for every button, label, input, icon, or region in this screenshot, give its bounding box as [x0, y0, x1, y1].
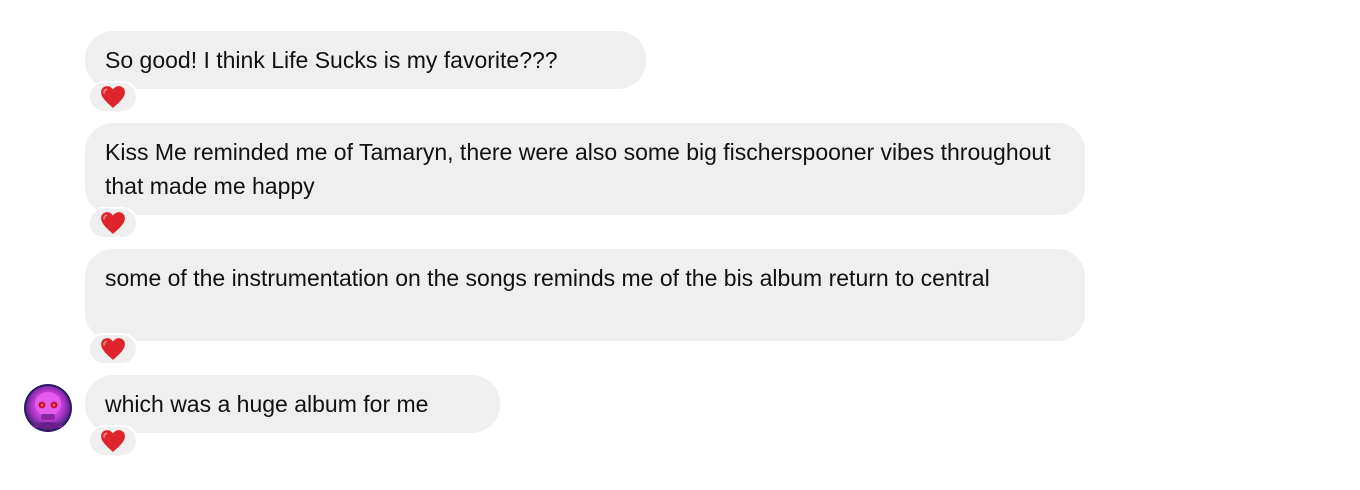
- message-thread: So good! I think Life Sucks is my favori…: [0, 0, 1360, 490]
- message-4: which was a huge album for me: [85, 375, 500, 457]
- avatar-image: [24, 384, 72, 432]
- message-bubble[interactable]: which was a huge album for me: [85, 375, 500, 433]
- reaction-badge[interactable]: [88, 425, 138, 457]
- reaction-badge[interactable]: [88, 333, 138, 365]
- message-bubble[interactable]: some of the instrumentation on the songs…: [85, 249, 1085, 341]
- reaction-badge[interactable]: [88, 207, 138, 239]
- message-1: So good! I think Life Sucks is my favori…: [85, 31, 646, 113]
- message-3: some of the instrumentation on the songs…: [85, 249, 1085, 365]
- heart-icon: [100, 85, 126, 109]
- message-bubble[interactable]: Kiss Me reminded me of Tamaryn, there we…: [85, 123, 1085, 215]
- message-bubble[interactable]: So good! I think Life Sucks is my favori…: [85, 31, 646, 89]
- message-2: Kiss Me reminded me of Tamaryn, there we…: [85, 123, 1085, 239]
- reaction-badge[interactable]: [88, 81, 138, 113]
- message-text: some of the instrumentation on the songs…: [105, 265, 990, 291]
- message-text: So good! I think Life Sucks is my favori…: [105, 47, 558, 73]
- heart-icon: [100, 337, 126, 361]
- message-text: which was a huge album for me: [105, 391, 429, 417]
- heart-icon: [100, 211, 126, 235]
- sender-avatar[interactable]: [24, 384, 72, 432]
- heart-icon: [100, 429, 126, 453]
- message-text: Kiss Me reminded me of Tamaryn, there we…: [105, 139, 1051, 199]
